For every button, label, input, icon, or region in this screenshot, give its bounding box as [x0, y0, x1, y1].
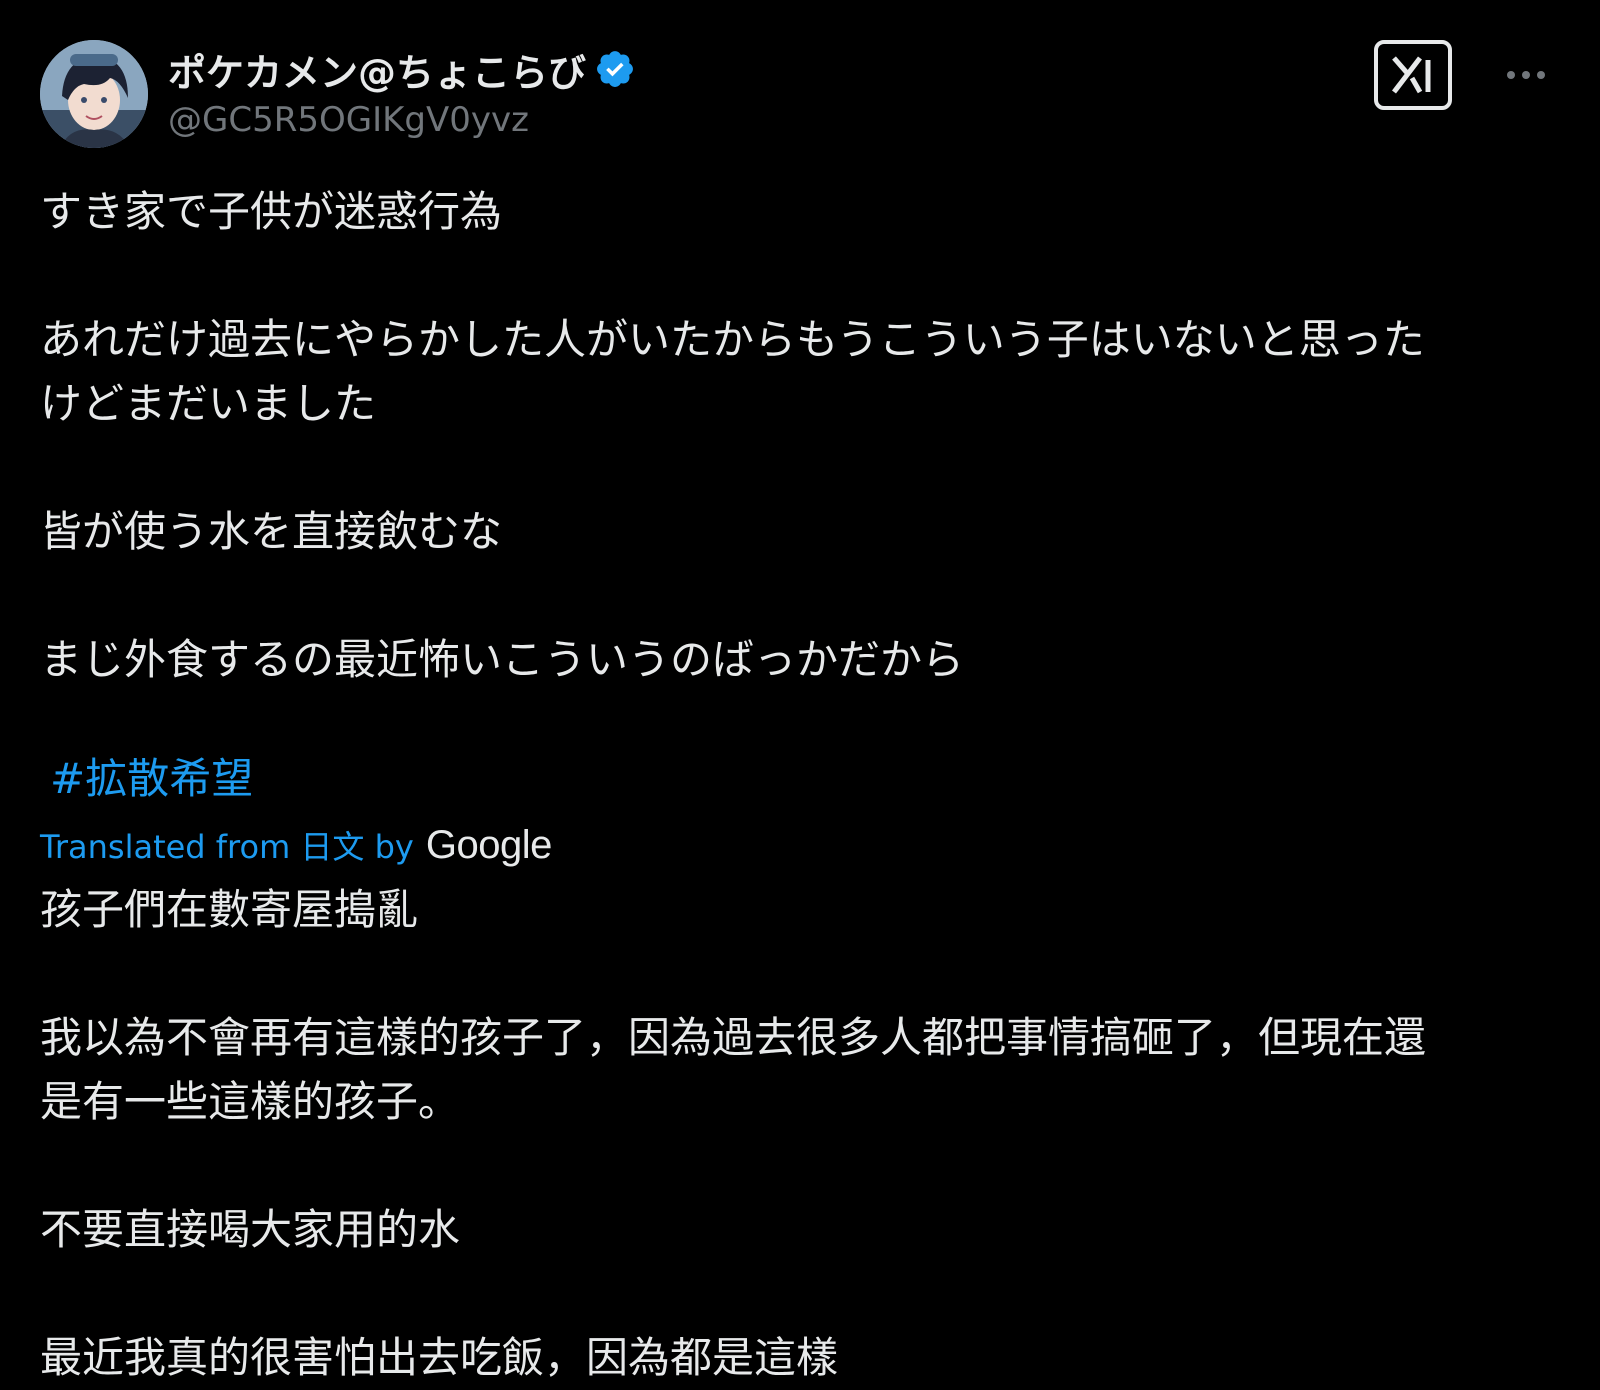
tweet-header: ポケカメン@ちょこらび @GC5R5OGIKgV0yvz — [40, 40, 1560, 150]
grok-icon — [1392, 56, 1431, 94]
more-horizontal-icon — [1507, 71, 1545, 79]
tweet-text: すき家で子供が迷惑行為 あれだけ過去にやらかした人がいたからもうこういう子はいな… — [40, 187, 1425, 684]
avatar-image — [40, 40, 148, 148]
verified-badge-icon[interactable] — [594, 48, 636, 90]
author-names: ポケカメン@ちょこらび @GC5R5OGIKgV0yvz — [168, 44, 636, 140]
display-name-row: ポケカメン@ちょこらび — [168, 42, 636, 97]
display-name[interactable]: ポケカメン@ちょこらび — [168, 42, 586, 97]
avatar[interactable] — [40, 40, 148, 148]
handle[interactable]: @GC5R5OGIKgV0yvz — [168, 100, 636, 140]
more-options-button[interactable] — [1496, 50, 1556, 100]
translation-attribution: Translated from 日文 by Google — [40, 822, 552, 868]
tweet-card: ポケカメン@ちょこらび @GC5R5OGIKgV0yvz すき家で子供が迷惑行為… — [0, 0, 1600, 1382]
grok-button[interactable] — [1374, 40, 1452, 110]
translated-from-link[interactable]: Translated from 日文 by — [40, 822, 414, 868]
google-logo: Google — [425, 823, 552, 867]
hashtag-link[interactable]: #拡散希望 — [50, 750, 253, 808]
translated-text: 孩子們在數寄屋搗亂 我以為不會再有這樣的孩子了，因為過去很多人都把事情搞砸了，但… — [40, 885, 1427, 1382]
